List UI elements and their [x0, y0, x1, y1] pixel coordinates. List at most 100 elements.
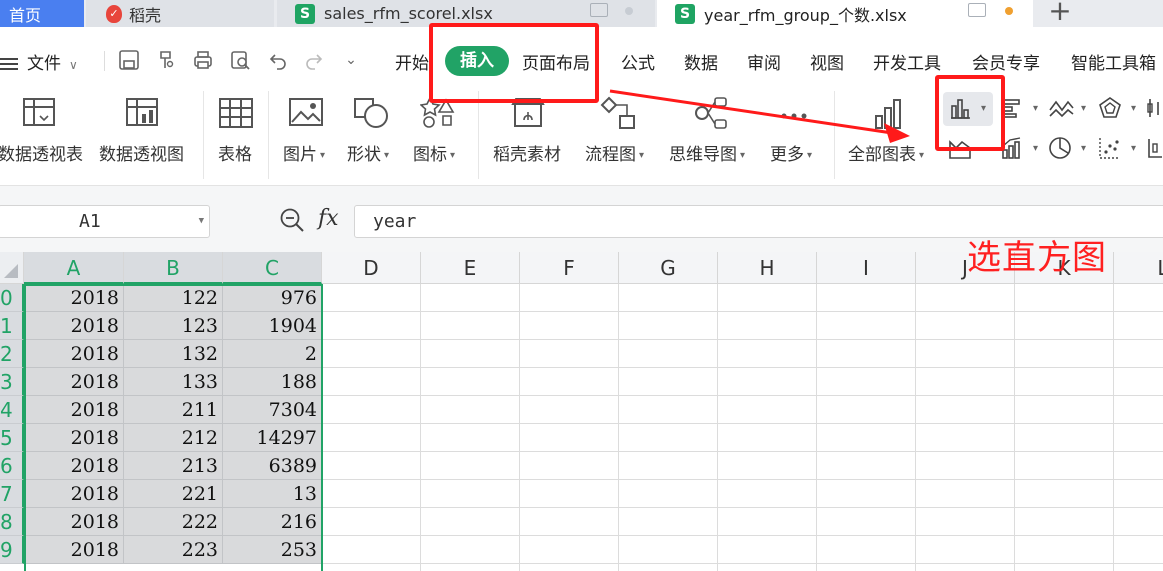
column-header-e[interactable]: E	[421, 252, 520, 284]
column-header-c[interactable]: C	[223, 252, 322, 284]
scatter-chart-button[interactable]: ▾	[1098, 136, 1136, 162]
spreadsheet-icon: S	[295, 3, 315, 24]
row-header[interactable]: 9	[0, 536, 24, 564]
grid-hline	[322, 451, 1163, 452]
tab-home-label: 首页	[9, 5, 42, 25]
column-header-h[interactable]: H	[718, 252, 817, 284]
unsaved-dot	[1005, 7, 1013, 15]
column-header-f[interactable]: F	[520, 252, 619, 284]
grid-hline	[322, 563, 1163, 564]
table-label: 表格	[218, 145, 252, 165]
add-tab-button[interactable]: +	[1043, 0, 1077, 26]
tab-year-label: year_rfm_group_个数.xlsx	[704, 5, 907, 25]
save-icon[interactable]	[118, 49, 140, 71]
box-plot-icon	[1148, 139, 1162, 158]
cell-reference: A1	[79, 211, 101, 232]
menu-formula[interactable]: 公式	[621, 49, 655, 74]
grid-vline	[816, 284, 817, 571]
grid-hline	[322, 535, 1163, 536]
table-icon	[219, 98, 253, 128]
column-header-i[interactable]: I	[817, 252, 916, 284]
menu-data[interactable]: 数据	[684, 49, 718, 74]
menu-member[interactable]: 会员专享	[972, 49, 1040, 74]
menu-review[interactable]: 审阅	[747, 49, 781, 74]
divider	[203, 91, 204, 179]
pivot-chart-icon	[126, 98, 158, 126]
tab-home[interactable]: 首页	[0, 0, 84, 27]
chevron-down-icon: ∨	[69, 58, 78, 72]
menu-home[interactable]: 开始	[395, 49, 429, 74]
monitor-icon[interactable]	[590, 3, 608, 17]
shape-icon	[354, 98, 388, 128]
dropdown-arrow-icon[interactable]: ▼	[199, 206, 204, 237]
row-header[interactable]: 3	[0, 368, 24, 396]
annotation-box-histogram	[935, 75, 1005, 151]
tab-sales-label: sales_rfm_scorel.xlsx	[324, 4, 493, 23]
line-chart-icon	[1049, 100, 1074, 118]
column-header-d[interactable]: D	[322, 252, 421, 284]
grid-vline	[618, 284, 619, 571]
other-chart-button[interactable]	[1146, 136, 1163, 162]
annotation-arrow	[609, 89, 910, 143]
daoke-material-label: 稻壳素材	[493, 145, 561, 165]
line-chart-button[interactable]: ▾	[1048, 96, 1086, 122]
annotation-box-insert-tab	[429, 23, 599, 103]
name-box[interactable]: A1 ▼	[0, 205, 210, 238]
grid-hline	[322, 423, 1163, 424]
tab-daoke[interactable]: ✓ 稻壳	[86, 0, 274, 27]
grid-hline	[322, 507, 1163, 508]
zoom-formula-icon[interactable]	[279, 207, 305, 233]
hamburger-icon	[0, 58, 18, 70]
grid-vline	[717, 284, 718, 571]
spreadsheet-grid[interactable]: ABCDEFGHIJKL 020181229761201812319042201…	[0, 252, 1163, 571]
stock-chart-button[interactable]	[1146, 96, 1163, 122]
shape-label: 形状 ▾	[347, 145, 390, 165]
grid-hline	[322, 339, 1163, 340]
tab-status-dot	[625, 7, 633, 15]
menu-developer[interactable]: 开发工具	[873, 49, 941, 74]
redo-icon[interactable]	[303, 49, 325, 71]
format-painter-icon[interactable]	[155, 49, 177, 71]
select-all-corner[interactable]	[0, 252, 24, 284]
print-preview-icon[interactable]	[229, 49, 251, 71]
row-header[interactable]: 4	[0, 396, 24, 424]
menu-smart-toolbox[interactable]: 智能工具箱	[1071, 49, 1156, 74]
row-header[interactable]: 5	[0, 424, 24, 452]
radar-chart-button[interactable]: ▾	[1098, 96, 1136, 122]
grid-hline	[322, 367, 1163, 368]
grid-vline	[519, 284, 520, 571]
column-header-a[interactable]: A	[24, 252, 124, 284]
column-header-l[interactable]: L	[1114, 252, 1163, 284]
divider	[478, 91, 479, 179]
divider	[268, 91, 269, 179]
tab-daoke-label: 稻壳	[129, 5, 162, 25]
pivot-table-icon	[23, 98, 55, 126]
grid-vline	[1113, 284, 1114, 571]
row-header[interactable]: 6	[0, 452, 24, 480]
scatter-chart-icon	[1099, 138, 1120, 159]
pie-chart-button[interactable]: ▾	[1048, 136, 1086, 162]
menu-view[interactable]: 视图	[810, 49, 844, 74]
column-header-b[interactable]: B	[124, 252, 223, 284]
tab-year-file[interactable]: S year_rfm_group_个数.xlsx	[657, 0, 1033, 27]
row-header[interactable]: 1	[0, 312, 24, 340]
spreadsheet-icon: S	[675, 3, 695, 24]
menu-file-label: 文件	[27, 54, 61, 74]
pie-chart-icon	[1049, 137, 1071, 159]
function-icon[interactable]: fx	[318, 206, 339, 231]
row-header[interactable]: 8	[0, 508, 24, 536]
column-header-g[interactable]: G	[619, 252, 718, 284]
undo-icon[interactable]	[267, 49, 289, 71]
row-header[interactable]: 2	[0, 340, 24, 368]
divider	[104, 51, 105, 71]
row-header[interactable]: 7	[0, 480, 24, 508]
print-icon[interactable]	[192, 49, 214, 71]
customize-qa-icon[interactable]: ⌄	[340, 49, 362, 71]
stock-chart-icon	[1147, 99, 1159, 117]
picture-label: 图片 ▾	[283, 145, 326, 165]
row-header[interactable]: 0	[0, 284, 24, 312]
grid-vline	[420, 284, 421, 571]
menu-file[interactable]: 文件 ∨	[0, 49, 78, 74]
monitor-icon[interactable]	[968, 3, 986, 17]
grid-vline	[1014, 284, 1015, 571]
